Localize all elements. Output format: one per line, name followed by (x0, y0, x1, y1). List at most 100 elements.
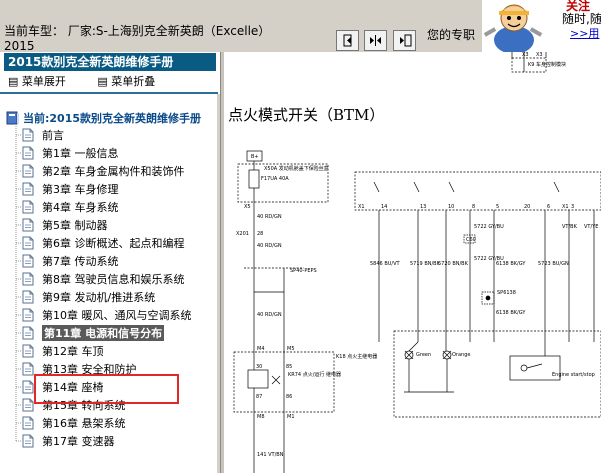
tree-item-label: 第12章 车顶 (42, 345, 104, 358)
tree-branch-line (15, 234, 22, 252)
tree-item-label: 第10章 暖风、通风与空调系统 (42, 309, 192, 322)
diag-orange: Orange (452, 352, 470, 358)
expand-all-link[interactable]: ▤ 菜单展开 (8, 75, 80, 88)
selection-highlight-box (34, 374, 179, 404)
document-icon (22, 128, 34, 142)
tree-branch-line (15, 378, 22, 396)
tree-branch-line (15, 432, 22, 442)
diag-w5846: 5846 BU/VT (370, 261, 401, 267)
diag-sp6138: SP6138 (497, 290, 516, 296)
diag-w6138b: 6138 BK/GY (496, 310, 526, 316)
tree-item[interactable]: 第5章 制动器 (12, 216, 192, 234)
tree-item-label: 第7章 传动系统 (42, 255, 119, 268)
diag-n6: 6 (547, 204, 550, 210)
tree-item[interactable]: 第16章 悬架系统 (12, 414, 192, 432)
tree-item[interactable]: 第9章 发动机/推进系统 (12, 288, 192, 306)
toggle-panels-button[interactable] (364, 30, 387, 51)
diag-k18: K18 点火主继电器 (336, 353, 377, 360)
diag-r87: 87 (256, 394, 262, 400)
next-page-icon (400, 34, 412, 47)
tree-item[interactable]: 第6章 诊断概述、起点和编程 (12, 234, 192, 252)
tree-item-label: 第8章 驾驶员信息和娱乐系统 (42, 273, 185, 286)
tree-item-label: 前言 (42, 129, 64, 142)
page-title: 点火模式开关（BTM） (228, 106, 385, 124)
tree-item[interactable]: 第2章 车身金属构件和装饰件 (12, 162, 192, 180)
manual-book-icon (6, 111, 19, 125)
document-icon (22, 290, 34, 304)
tree-item[interactable]: 第3章 车身修理 (12, 180, 192, 198)
tree-item[interactable]: 第12章 车顶 (12, 342, 192, 360)
tree-branch-line (15, 162, 22, 180)
tree-branch-line (15, 198, 22, 216)
diag-m8: M8 (257, 414, 265, 420)
tree-item[interactable]: 第4章 车身系统 (12, 198, 192, 216)
diag-vtye: VT/YE (584, 224, 598, 230)
diag-x3: X3 (522, 52, 529, 58)
diag-n13: 13 (420, 204, 426, 210)
document-icon (22, 146, 34, 160)
diag-r30: 30 (256, 364, 262, 370)
diag-x5: X5 (244, 204, 251, 210)
tree-item-label: 第2章 车身金属构件和装饰件 (42, 165, 185, 178)
tree-item[interactable]: 第1章 一般信息 (12, 144, 192, 162)
tree-item-label: 第16章 悬架系统 (42, 417, 126, 430)
diag-n10: 10 (448, 204, 454, 210)
mascot-icon (483, 4, 543, 52)
tree-branch-line (15, 126, 22, 144)
tree-title: 2015款别克全新英朗维修手册 (4, 53, 216, 71)
diag-w28: 28 (257, 231, 263, 237)
tree-item[interactable]: 第7章 传动系统 (12, 252, 192, 270)
document-icon (22, 200, 34, 214)
tree-item[interactable]: 第17章 变速器 (12, 432, 192, 450)
tree-item-label: 第11章 电源和信号分布 (42, 325, 165, 341)
collapse-all-link[interactable]: ▤ 菜单折叠 (97, 75, 169, 88)
tree-item-label: 第6章 诊断概述、起点和编程 (42, 237, 185, 250)
document-icon (22, 182, 34, 196)
diag-green: Green (416, 352, 431, 358)
manual-tree-panel: 2015款别克全新英朗维修手册 ▤ 菜单展开 ▤ 菜单折叠 当前:2015款别克… (0, 52, 220, 473)
toggle-panels-icon (370, 35, 381, 46)
tree-root[interactable]: 当前:2015款别克全新英朗维修手册 (6, 110, 201, 126)
diag-w40: 40 RD/GN (257, 243, 282, 249)
diag-r86: 86 (286, 394, 292, 400)
diag-w6138: 6138 BK/GY (496, 261, 526, 267)
document-icon (22, 236, 34, 250)
document-icon (22, 308, 34, 322)
pro-text: 您的专职 (427, 28, 476, 42)
tree-item[interactable]: 第10章 暖风、通风与空调系统 (12, 306, 192, 324)
tree-item-label: 第4章 车身系统 (42, 201, 119, 214)
diag-w5720: 5720 BN/BK (438, 261, 469, 267)
current-model: 当前车型： 厂家:S-上海别克全新英朗（Excelle） 2015 (4, 24, 334, 54)
diag-n3: 3 (571, 204, 574, 210)
ad-link[interactable]: >>用 (570, 25, 599, 41)
next-page-button[interactable] (393, 30, 416, 51)
tree-branch-line (15, 252, 22, 270)
diag-m5: M5 (287, 346, 295, 352)
tree-item[interactable]: 第11章 电源和信号分布 (12, 324, 192, 342)
tree-branch-line (15, 360, 22, 378)
diag-r85: 85 (286, 364, 292, 370)
tree-branch-line (15, 144, 22, 162)
tree-item[interactable]: 前言 (12, 126, 192, 144)
diag-k9: K9 车身控制模块 (528, 61, 566, 68)
tree-item[interactable]: 第8章 驾驶员信息和娱乐系统 (12, 270, 192, 288)
tree-item-label: 第1章 一般信息 (42, 147, 119, 160)
diag-w5719: 5719 BN/BK (410, 261, 441, 267)
diag-fuse: F17UA 40A (261, 176, 289, 182)
ad-banner[interactable]: 关注 随时,随 >>用 (482, 0, 601, 52)
content-panel: B+ X50A 发动机舱盖下保险丝盒 F17UA 40A X5 40 RD/GN… (224, 52, 601, 473)
document-icon (22, 272, 34, 286)
prev-page-button[interactable] (336, 30, 359, 51)
diag-fuse-block: X50A 发动机舱盖下保险丝盒 (264, 165, 329, 172)
diag-w141: 141 VT/BN (257, 452, 284, 458)
tree-item-label: 第9章 发动机/推进系统 (42, 291, 156, 304)
tree-item-label: 第3章 车身修理 (42, 183, 119, 196)
tree-branch-line (15, 306, 22, 324)
tree-branch-line (15, 288, 22, 306)
model-line-1: 当前车型： 厂家:S-上海别克全新英朗（Excelle） (4, 24, 271, 38)
document-icon (22, 254, 34, 268)
diag-relay: KR74 点火/运行 继电器 (288, 371, 341, 378)
document-icon (22, 218, 34, 232)
document-icon (22, 434, 34, 448)
diag-n8: 8 (472, 204, 475, 210)
